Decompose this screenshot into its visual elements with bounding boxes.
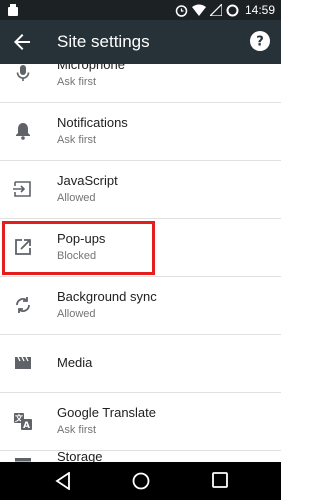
no-sim-icon xyxy=(209,4,222,16)
app-bar: Site settings ? xyxy=(0,20,281,64)
movie-clapper-icon xyxy=(15,356,31,369)
status-bar: 14:59 xyxy=(0,0,281,20)
item-status: Allowed xyxy=(57,308,96,320)
site-settings-list: Microphone Ask first Notifications Ask f… xyxy=(0,64,281,462)
back-arrow-icon[interactable] xyxy=(10,30,34,54)
list-item-microphone[interactable]: Microphone Ask first xyxy=(0,64,281,103)
alarm-icon xyxy=(175,4,188,17)
help-icon[interactable]: ? xyxy=(249,30,271,52)
item-label: Microphone xyxy=(57,64,125,72)
storage-icon xyxy=(15,458,31,462)
sync-icon xyxy=(16,297,30,313)
code-input-icon xyxy=(13,181,31,197)
recents-nav-icon[interactable] xyxy=(212,472,228,488)
navigation-bar xyxy=(0,462,281,500)
svg-text:?: ? xyxy=(256,35,264,50)
item-status: Blocked xyxy=(57,250,97,262)
wifi-icon xyxy=(191,4,206,16)
translate-icon: 文 A xyxy=(14,413,32,431)
page-title: Site settings xyxy=(57,32,150,51)
item-status: Ask first xyxy=(57,76,97,88)
android-robot-icon xyxy=(8,4,18,16)
item-status: Ask first xyxy=(57,134,97,146)
item-label: Google Translate xyxy=(57,405,157,420)
home-nav-icon[interactable] xyxy=(132,472,150,490)
list-item-javascript[interactable]: JavaScript Allowed xyxy=(0,161,281,219)
item-status: Allowed xyxy=(57,192,96,204)
open-in-new-icon xyxy=(15,239,31,255)
list-item-storage[interactable]: Storage xyxy=(0,437,281,462)
list-item-background-sync[interactable]: Background sync Allowed xyxy=(0,277,281,335)
item-label: JavaScript xyxy=(57,173,118,188)
item-label: Media xyxy=(57,355,93,370)
back-nav-icon[interactable] xyxy=(55,472,71,490)
item-label: Storage xyxy=(57,449,103,462)
item-label: Pop-ups xyxy=(57,231,106,246)
microphone-icon xyxy=(16,65,30,81)
list-item-popups[interactable]: Pop-ups Blocked xyxy=(0,219,281,277)
status-time: 14:59 xyxy=(244,3,275,17)
bell-icon xyxy=(16,123,30,140)
item-label: Notifications xyxy=(57,115,128,130)
list-item-media[interactable]: Media xyxy=(0,335,281,393)
list-item-notifications[interactable]: Notifications Ask first xyxy=(0,103,281,161)
item-status: Ask first xyxy=(57,424,97,436)
battery-icon xyxy=(226,4,239,16)
item-label: Background sync xyxy=(57,289,157,304)
svg-text:A: A xyxy=(23,421,30,431)
